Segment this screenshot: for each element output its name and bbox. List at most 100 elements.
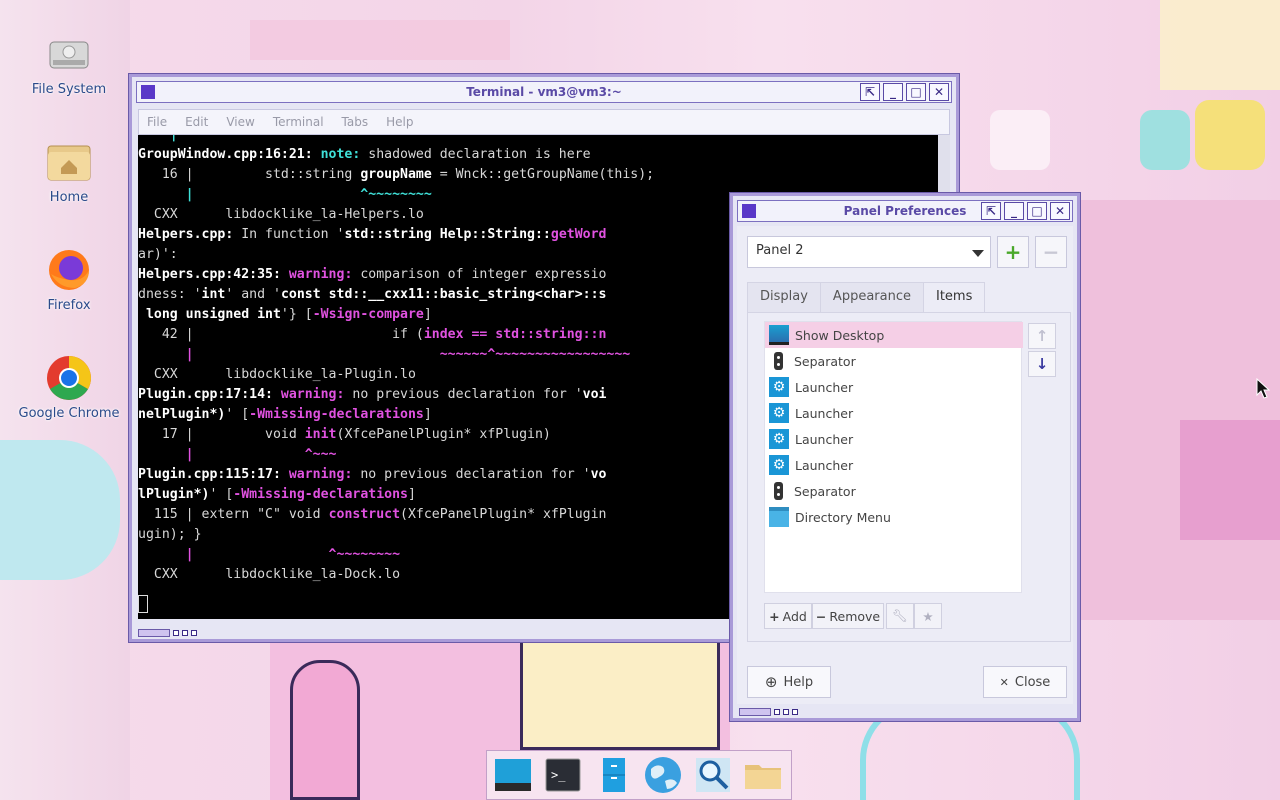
terminal-line: | ~~~~~~^~~~~~~~~~~~~~~~~~: [138, 347, 631, 362]
separator-icon: [774, 482, 783, 500]
add-item-button[interactable]: + Add: [764, 603, 812, 629]
terminal-icon[interactable]: >_: [541, 753, 585, 797]
menu-file[interactable]: File: [147, 115, 167, 129]
arrow-down-icon: ↓: [1035, 355, 1049, 373]
remove-panel-button[interactable]: −: [1035, 236, 1067, 268]
window-menu-icon[interactable]: [742, 204, 756, 218]
menu-view[interactable]: View: [226, 115, 254, 129]
desktop-icon-google-chrome[interactable]: Google Chrome: [14, 354, 124, 421]
terminal-line: nelPlugin*)' [-Wmissing-declarations]: [138, 407, 432, 422]
terminal-menubar: File Edit View Terminal Tabs Help: [138, 109, 950, 135]
launcher-icon: ⚙: [769, 403, 789, 423]
terminal-line: CXX libdocklike_la-Helpers.lo: [138, 207, 424, 222]
folder-icon[interactable]: [741, 753, 785, 797]
desktop-icon-label: File System: [31, 82, 107, 97]
terminal-line: Plugin.cpp:17:14: warning: no previous d…: [138, 387, 607, 402]
list-item[interactable]: ⚙ Launcher: [765, 400, 1023, 426]
move-down-button[interactable]: ↓: [1028, 351, 1056, 377]
list-item[interactable]: ⚙ Launcher: [765, 374, 1023, 400]
tab-items[interactable]: Items: [922, 282, 986, 312]
menu-help[interactable]: Help: [386, 115, 413, 129]
list-item[interactable]: Show Desktop: [765, 322, 1023, 348]
preferences-tabs: Display Appearance Items: [747, 282, 986, 312]
desktop-icon-label: Home: [49, 190, 89, 205]
maximize-button[interactable]: □: [1027, 202, 1047, 220]
terminal-line: 115 | extern "C" void construct(XfcePane…: [138, 507, 607, 522]
tab-display[interactable]: Display: [747, 282, 821, 312]
terminal-titlebar[interactable]: Terminal - vm3@vm3:~ ⇱ _ □ ✕: [136, 81, 952, 103]
desktop-icon-file-system[interactable]: File System: [14, 30, 124, 97]
menu-tabs[interactable]: Tabs: [342, 115, 369, 129]
move-up-button[interactable]: ↑: [1028, 323, 1056, 349]
close-dialog-button[interactable]: ✕ Close: [983, 666, 1067, 698]
stick-button[interactable]: ⇱: [981, 202, 1001, 220]
close-button[interactable]: ✕: [929, 83, 949, 101]
drive-icon: [45, 30, 93, 78]
web-browser-icon[interactable]: [641, 753, 685, 797]
terminal-line: GroupWindow.cpp:16:21: note: shadowed de…: [138, 147, 591, 162]
search-icon[interactable]: [691, 753, 735, 797]
terminal-line: ugin); }: [138, 527, 202, 542]
terminal-line: | ^~~~: [138, 447, 337, 462]
plus-icon: +: [769, 608, 780, 624]
item-about-button[interactable]: ★: [914, 603, 942, 629]
minimize-button[interactable]: _: [1004, 202, 1024, 220]
list-item[interactable]: ⚙ Launcher: [765, 426, 1023, 452]
file-manager-icon[interactable]: [591, 753, 635, 797]
separator-icon: [774, 352, 783, 370]
wrench-icon: 🔧︎: [892, 608, 908, 623]
desktop-icon-firefox[interactable]: Firefox: [14, 246, 124, 313]
maximize-button[interactable]: □: [906, 83, 926, 101]
terminal-line: 42 | if (index == std::string::n: [138, 327, 607, 342]
panel-items-list[interactable]: Show Desktop Separator ⚙ Launcher ⚙ Launch…: [764, 321, 1023, 593]
terminal-line: 17 | void init(XfcePanelPlugin* xfPlugin…: [138, 427, 551, 442]
window-title: Panel Preferences: [843, 204, 967, 218]
close-button[interactable]: ✕: [1050, 202, 1070, 220]
minus-icon: −: [815, 608, 827, 624]
terminal-line: | ^~~~~~~~~: [138, 547, 401, 562]
terminal-line: | ^~~~~~~~~: [138, 135, 369, 145]
desktop-icon-label: Google Chrome: [18, 406, 120, 421]
desktop-icon-home[interactable]: Home: [14, 138, 124, 205]
show-desktop-icon[interactable]: [491, 753, 535, 797]
panel-select[interactable]: Panel 2: [747, 236, 991, 268]
home-folder-icon: [45, 138, 93, 186]
add-panel-button[interactable]: +: [997, 236, 1029, 268]
terminal-line: 16 | std::string groupName = Wnck::getGr…: [138, 167, 655, 182]
minimize-button[interactable]: _: [883, 83, 903, 101]
panel-preferences-titlebar[interactable]: Panel Preferences ⇱ _ □ ✕: [737, 200, 1073, 222]
item-properties-button[interactable]: 🔧︎: [886, 603, 914, 629]
launcher-icon: ⚙: [769, 455, 789, 475]
directory-menu-icon: [769, 507, 789, 527]
window-statusbar: [739, 708, 798, 716]
list-item[interactable]: Separator: [765, 478, 1023, 504]
menu-terminal[interactable]: Terminal: [273, 115, 324, 129]
mouse-pointer-icon: [1256, 377, 1271, 404]
tab-appearance[interactable]: Appearance: [819, 282, 924, 312]
terminal-line: long unsigned int'} [-Wsign-compare]: [138, 307, 432, 322]
text-cursor: [138, 595, 148, 613]
close-icon: ✕: [999, 675, 1009, 689]
arrow-up-icon: ↑: [1035, 327, 1049, 345]
plus-icon: +: [1004, 240, 1022, 264]
star-icon: ★: [922, 608, 934, 624]
stick-button[interactable]: ⇱: [860, 83, 880, 101]
panel-select-value: Panel 2: [756, 243, 804, 258]
panel-preferences-window[interactable]: Panel Preferences ⇱ _ □ ✕ Panel 2 + − Di…: [730, 193, 1080, 721]
terminal-line: dness: 'int' and 'const std::__cxx11::ba…: [138, 287, 607, 302]
list-item[interactable]: ⚙ Launcher: [765, 452, 1023, 478]
panel-preferences-content: Panel 2 + − Display Appearance Items Sho…: [737, 226, 1073, 704]
show-desktop-icon: [769, 325, 789, 345]
list-item[interactable]: Directory Menu: [765, 504, 1023, 530]
window-menu-icon[interactable]: [141, 85, 155, 99]
help-icon: ⊕: [764, 673, 778, 691]
menu-edit[interactable]: Edit: [185, 115, 208, 129]
items-tab-panel: Show Desktop Separator ⚙ Launcher ⚙ Launch…: [747, 312, 1071, 642]
terminal-prompt[interactable]: [138, 595, 148, 615]
remove-item-button[interactable]: − Remove: [812, 603, 884, 629]
terminal-line: ar)':: [138, 247, 178, 262]
terminal-line: lPlugin*)' [-Wmissing-declarations]: [138, 487, 416, 502]
dock-panel: >_: [486, 750, 792, 800]
list-item[interactable]: Separator: [765, 348, 1023, 374]
help-button[interactable]: ⊕ Help: [747, 666, 831, 698]
